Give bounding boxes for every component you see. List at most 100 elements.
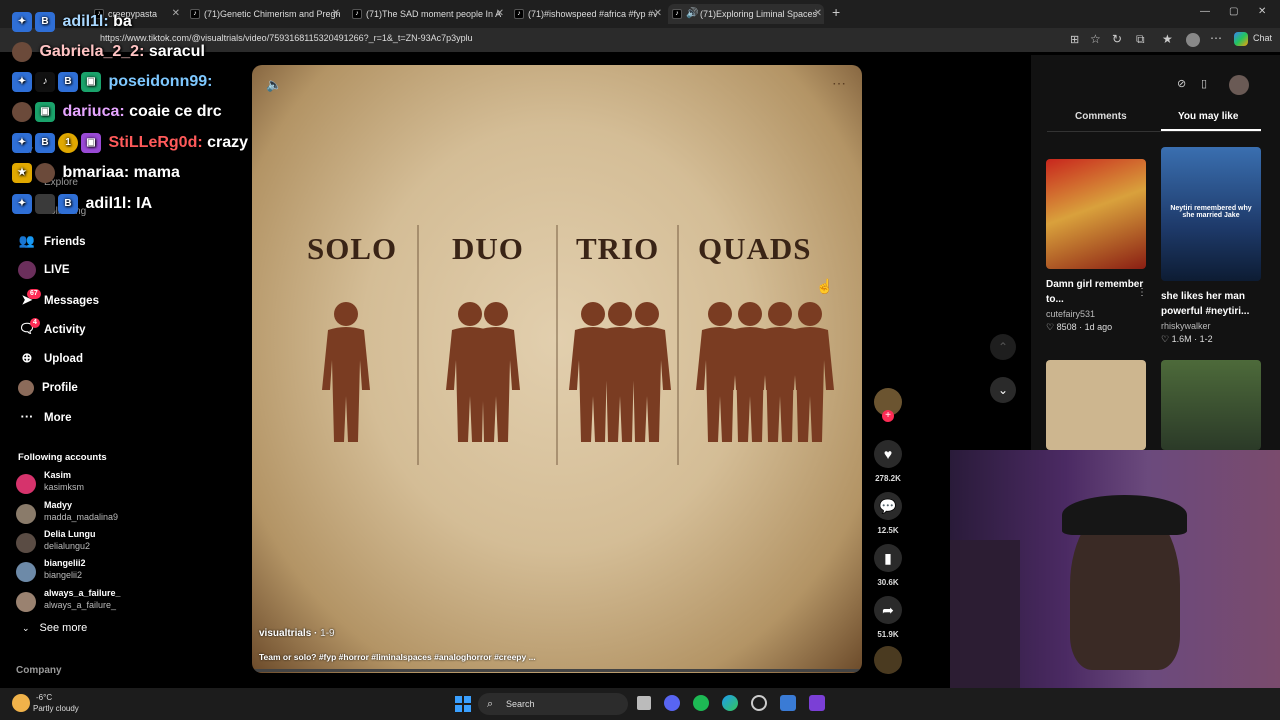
close-tab-icon[interactable]: ✕ bbox=[654, 4, 662, 24]
sound-disc-button[interactable] bbox=[874, 646, 902, 674]
like-button[interactable]: ♥ 278.2K bbox=[874, 440, 902, 483]
company-link[interactable]: Company bbox=[16, 665, 62, 676]
right-panel: ⊘ ▯ Comments You may like Damn girl reme… bbox=[1031, 55, 1280, 450]
share-icon: ➦ bbox=[874, 596, 902, 624]
new-tab-button[interactable]: + bbox=[832, 4, 840, 20]
activity-badge: 4 bbox=[30, 318, 40, 328]
silhouette-quads bbox=[696, 302, 834, 442]
browser-tab-active[interactable]: ♪ 🔊 (71)Exploring Liminal Spaces ✕ bbox=[668, 4, 824, 24]
live-icon bbox=[18, 260, 36, 279]
discord-icon[interactable] bbox=[664, 695, 680, 711]
close-tab-icon[interactable]: ✕ bbox=[332, 4, 340, 24]
extensions-icon[interactable]: ⧉ bbox=[1136, 32, 1145, 47]
close-tab-icon[interactable]: ✕ bbox=[814, 4, 822, 24]
weather-temp[interactable]: -6°C bbox=[36, 693, 52, 702]
browser-tab[interactable]: ♪ (71)The SAD moment people In A ✕ bbox=[348, 4, 506, 24]
share-button[interactable]: ➦ 51.9K bbox=[874, 596, 902, 639]
maximize-icon[interactable]: ▢ bbox=[1229, 6, 1238, 17]
progress-bar[interactable] bbox=[252, 669, 862, 672]
previous-video-button[interactable]: ⌃ bbox=[990, 334, 1016, 360]
avatar bbox=[16, 592, 36, 612]
upload-icon: ⊕ bbox=[21, 350, 33, 365]
badge-icon: B bbox=[35, 132, 55, 153]
video-thumbnail: Neytiri remembered why she married Jake bbox=[1161, 147, 1261, 281]
cap-shape bbox=[1062, 495, 1187, 535]
chat-message: Gabriela_2_2: saracul bbox=[12, 38, 205, 66]
recommended-video-card[interactable] bbox=[1161, 360, 1261, 450]
gift-icon: ▣ bbox=[81, 71, 101, 92]
favorites-icon[interactable]: ★ bbox=[1162, 32, 1173, 46]
chat-message: ✦ B 1 ▣ StiLLeRg0d: crazy bbox=[12, 129, 248, 157]
next-video-button[interactable]: ⌄ bbox=[990, 377, 1016, 403]
close-tab-icon[interactable]: ✕ bbox=[172, 4, 180, 24]
taskbar-search[interactable]: ⌕ Search bbox=[478, 693, 628, 715]
following-accounts-heading: Following accounts bbox=[18, 452, 107, 463]
volume-icon[interactable]: 🔈 bbox=[266, 77, 282, 93]
follow-plus-icon[interactable]: + bbox=[882, 410, 894, 422]
browser-tab[interactable]: ♪ (71)Genetic Chimerism and Pregn ✕ bbox=[186, 4, 342, 24]
spotify-icon[interactable] bbox=[693, 695, 709, 711]
more-options-icon[interactable]: ⋯ bbox=[832, 75, 846, 92]
obs-icon[interactable] bbox=[751, 695, 767, 711]
profile-icon bbox=[18, 379, 34, 396]
badge-icon: ✦ bbox=[12, 11, 32, 32]
device-icon[interactable]: ▯ bbox=[1201, 77, 1207, 90]
author-avatar-button[interactable]: + bbox=[874, 388, 902, 422]
browser-tab[interactable]: ♪ (71)#ishowspeed #africa #fyp #v ✕ bbox=[510, 4, 664, 24]
minimize-icon[interactable]: — bbox=[1200, 6, 1210, 17]
avatar bbox=[12, 41, 32, 62]
copilot-icon[interactable] bbox=[1234, 32, 1248, 46]
edge-icon[interactable] bbox=[722, 695, 738, 711]
friends-icon: 👥 bbox=[18, 233, 36, 248]
weather-condition[interactable]: Partly cloudy bbox=[33, 704, 79, 713]
speaker-icon[interactable]: 🔊 bbox=[686, 4, 698, 24]
sidebar-item-live[interactable]: LIVE bbox=[18, 258, 70, 282]
avatar[interactable] bbox=[1229, 75, 1249, 95]
chat-message: ✦ B adil1l: IA bbox=[12, 190, 152, 218]
task-view-icon[interactable] bbox=[637, 696, 651, 710]
chat-button[interactable]: Chat bbox=[1253, 33, 1272, 43]
tab-comments[interactable]: Comments bbox=[1075, 111, 1127, 122]
mouse-cursor-icon: ☝ bbox=[816, 278, 834, 294]
video-author[interactable]: visualtrials · 1-9 bbox=[259, 628, 335, 639]
tab-you-may-like[interactable]: You may like bbox=[1178, 111, 1238, 122]
sidebar-item-messages[interactable]: ➤ Messages 67 bbox=[18, 288, 99, 312]
badge-icon: B bbox=[35, 11, 55, 32]
recommended-video-card[interactable] bbox=[1046, 360, 1146, 450]
recommended-video-card[interactable]: Damn girl remember to... cutefairy531 ♡ … bbox=[1046, 159, 1146, 333]
see-more-button[interactable]: ⌄ See more bbox=[22, 622, 87, 634]
video-caption[interactable]: Team or solo? #fyp #horror #liminalspace… bbox=[259, 652, 536, 662]
favorite-star-icon[interactable]: ☆ bbox=[1090, 32, 1101, 46]
close-window-icon[interactable]: ✕ bbox=[1258, 6, 1266, 17]
music-disc-icon bbox=[874, 646, 902, 674]
chevron-down-icon: ⌄ bbox=[22, 623, 30, 633]
split-screen-icon[interactable]: ⊞ bbox=[1070, 33, 1079, 46]
refresh-icon[interactable]: ↻ bbox=[1112, 32, 1122, 46]
app-icon[interactable] bbox=[780, 695, 796, 711]
divider bbox=[1047, 131, 1261, 132]
chat-message: ▣ dariuca: coaie ce drc bbox=[12, 98, 222, 126]
profile-avatar[interactable] bbox=[1186, 33, 1200, 47]
sidebar-item-upload[interactable]: ⊕ Upload bbox=[18, 346, 83, 370]
sidebar-item-friends[interactable]: 👥 Friends bbox=[18, 229, 86, 253]
webcam-overlay bbox=[950, 450, 1280, 688]
coin-icon[interactable]: ⊘ bbox=[1177, 77, 1186, 90]
app-icon[interactable] bbox=[809, 695, 825, 711]
taskbar: -6°C Partly cloudy ⌕ Search bbox=[0, 688, 1280, 720]
more-menu-icon[interactable]: ⋯ bbox=[1210, 31, 1222, 45]
card-menu-icon[interactable]: ⋮ bbox=[1137, 287, 1147, 298]
sidebar-item-activity[interactable]: 🗨 Activity 4 bbox=[18, 317, 86, 341]
weather-icon[interactable] bbox=[12, 694, 30, 712]
sidebar-item-profile[interactable]: Profile bbox=[18, 376, 78, 400]
sidebar-item-more[interactable]: ··· More bbox=[18, 405, 72, 429]
heart-icon: ♥ bbox=[874, 440, 902, 468]
close-tab-icon[interactable]: ✕ bbox=[496, 4, 504, 24]
save-button[interactable]: ▮ 30.6K bbox=[874, 544, 902, 587]
tiktok-icon: ♪ bbox=[352, 9, 362, 19]
recommended-video-card[interactable]: Neytiri remembered why she married Jake … bbox=[1161, 147, 1261, 345]
comment-icon: 💬 bbox=[874, 492, 902, 520]
windows-start-icon[interactable] bbox=[455, 696, 471, 712]
comment-button[interactable]: 💬 12.5K bbox=[874, 492, 902, 535]
video-player[interactable]: 🔈 ⋯ SOLO DUO TRIO QUADS visualtrials · 1… bbox=[252, 65, 862, 673]
tiktok-icon: ♪ bbox=[672, 9, 682, 19]
